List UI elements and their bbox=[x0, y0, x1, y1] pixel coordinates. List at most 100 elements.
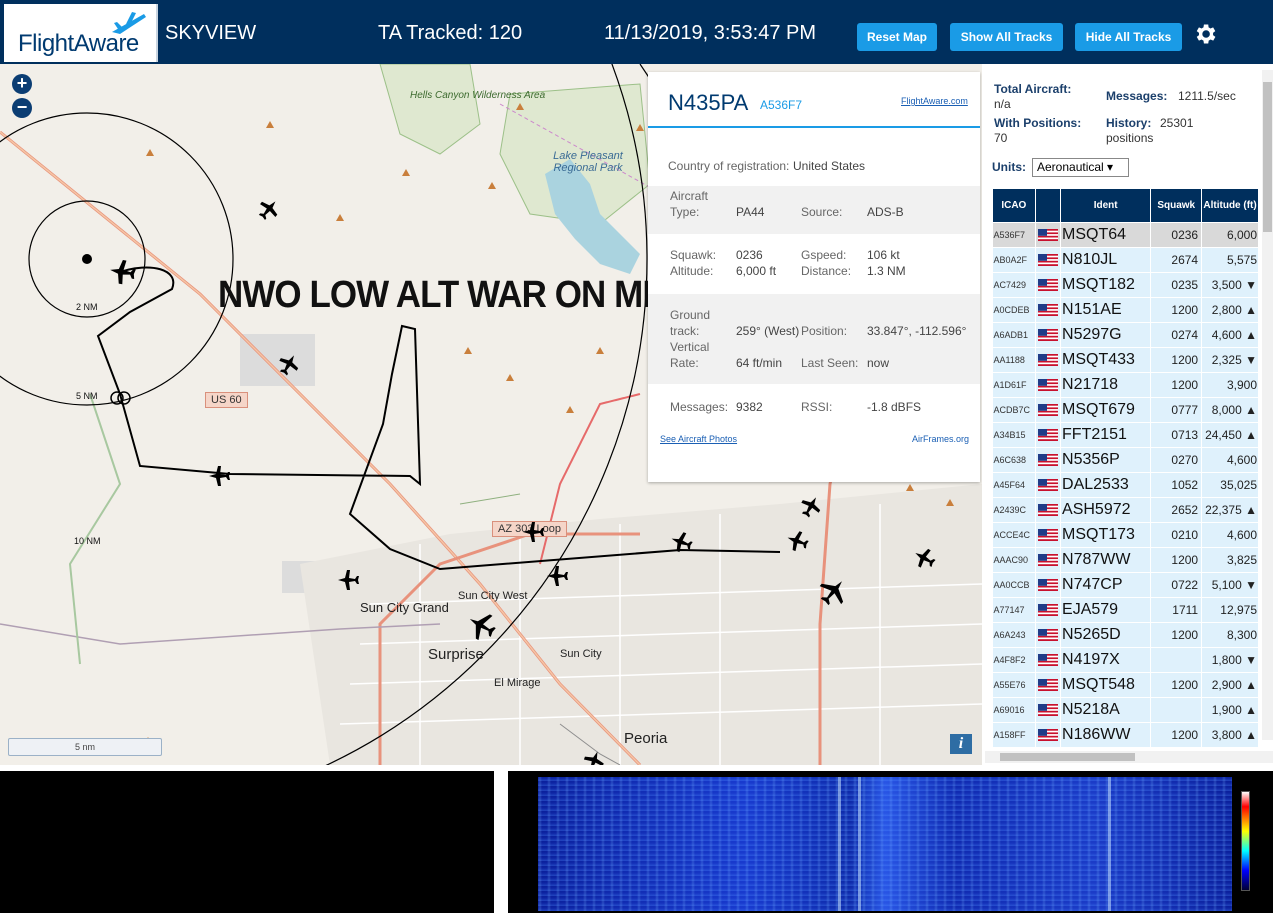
aircraft-side-panel: Total Aircraft: n/a Messages: 1211.5/sec… bbox=[982, 64, 1273, 765]
table-row[interactable]: A6C638 N5356P 0270 4,600 bbox=[992, 447, 1259, 473]
aircraft-icon[interactable] bbox=[580, 748, 607, 765]
flag-cell bbox=[1035, 372, 1062, 398]
flightaware-logo[interactable]: FlightAware bbox=[4, 4, 158, 62]
aircraft-icon[interactable] bbox=[910, 544, 939, 573]
col-flag[interactable] bbox=[1034, 188, 1062, 223]
aircraft-icon[interactable] bbox=[462, 606, 501, 645]
table-row[interactable]: A1D61F N21718 1200 3,900 bbox=[992, 372, 1259, 398]
table-row[interactable]: A4F8F2 N4197X 1,800 ▼ bbox=[992, 647, 1259, 673]
vertical-rate-label: Vertical bbox=[670, 340, 710, 354]
table-row[interactable]: ACCE4C MSQT173 0210 4,600 bbox=[992, 522, 1259, 548]
table-row[interactable]: A536F7 MSQT64 0236 6,000 bbox=[992, 222, 1259, 248]
table-row[interactable]: AA0CCB N747CP 0722 5,100 ▼ bbox=[992, 572, 1259, 598]
aircraft-icon[interactable] bbox=[796, 492, 825, 521]
table-row[interactable]: A2439C ASH5972 2652 22,375 ▲ bbox=[992, 497, 1259, 523]
table-row[interactable]: AC7429 MSQT182 0235 3,500 ▼ bbox=[992, 272, 1259, 298]
units-label: Units: bbox=[992, 160, 1026, 174]
col-altitude[interactable]: Altitude (ft) bbox=[1201, 188, 1259, 223]
table-row[interactable]: A45F64 DAL2533 1052 35,025 bbox=[992, 472, 1259, 498]
ident-cell: N5356P bbox=[1060, 447, 1152, 473]
ground-track-value: 259° (West) bbox=[736, 324, 800, 338]
aircraft-icon[interactable] bbox=[668, 529, 695, 556]
altitude-label: Altitude: bbox=[670, 264, 714, 278]
vertical-scroll-thumb[interactable] bbox=[1263, 82, 1272, 232]
squawk-cell: 1200 bbox=[1150, 347, 1203, 373]
aircraft-table: ICAO Ident Squawk Altitude (ft) A536F7 MS… bbox=[992, 188, 1259, 748]
aircraft-icon[interactable] bbox=[338, 570, 359, 590]
last-seen-label: Last Seen: bbox=[801, 356, 859, 370]
icao-cell: A6C638 bbox=[992, 447, 1036, 473]
gspeed-label: Gspeed: bbox=[801, 248, 847, 262]
table-row[interactable]: A6A243 N5265D 1200 8,300 bbox=[992, 622, 1259, 648]
aircraft-icon[interactable] bbox=[813, 572, 853, 611]
icao-cell: A6ADB1 bbox=[992, 322, 1036, 348]
rssi-label: RSSI: bbox=[801, 400, 833, 414]
hide-all-tracks-button[interactable]: Hide All Tracks bbox=[1075, 23, 1182, 51]
ident-cell: MSQT679 bbox=[1060, 397, 1152, 423]
ident-cell: MSQT64 bbox=[1060, 222, 1152, 248]
aircraft-icon[interactable] bbox=[209, 466, 230, 486]
aircraft-icon[interactable] bbox=[108, 258, 138, 287]
show-all-tracks-button[interactable]: Show All Tracks bbox=[950, 23, 1063, 51]
distance-value: 1.3 NM bbox=[867, 264, 906, 278]
units-select[interactable]: Aeronautical ▾ bbox=[1032, 158, 1129, 177]
messages-rate-value: 1211.5/sec bbox=[1178, 89, 1236, 103]
horizontal-scroll-thumb[interactable] bbox=[1000, 753, 1135, 761]
us-flag-icon bbox=[1037, 553, 1058, 566]
gear-icon[interactable] bbox=[1192, 21, 1218, 47]
squawk-cell: 0274 bbox=[1150, 322, 1203, 348]
altitude-value: 6,000 ft bbox=[736, 264, 777, 278]
spectrogram-line bbox=[838, 777, 841, 911]
table-row[interactable]: AA1188 MSQT433 1200 2,325 ▼ bbox=[992, 347, 1259, 373]
zoom-in-button[interactable]: + bbox=[12, 74, 32, 94]
table-row[interactable]: A0CDEB N151AE 1200 2,800 ▲ bbox=[992, 297, 1259, 323]
aircraft-icon[interactable] bbox=[274, 350, 303, 379]
aircraft-icon[interactable] bbox=[547, 566, 568, 586]
with-positions-label: With Positions: bbox=[994, 116, 1082, 130]
table-row[interactable]: A55E76 MSQT548 1200 2,900 ▲ bbox=[992, 672, 1259, 698]
icao-cell: A55E76 bbox=[992, 672, 1036, 698]
flag-cell bbox=[1035, 622, 1062, 648]
ident-cell: MSQT548 bbox=[1060, 672, 1152, 698]
top-bar: FlightAware SKYVIEW TA Tracked: 120 11/1… bbox=[0, 0, 1273, 64]
aircraft-icon[interactable] bbox=[784, 528, 811, 555]
col-squawk[interactable]: Squawk bbox=[1150, 188, 1203, 223]
table-row[interactable]: A6ADB1 N5297G 0274 4,600 ▲ bbox=[992, 322, 1259, 348]
aircraft-type-label-2: Type: bbox=[670, 205, 700, 219]
squawk-label: Squawk: bbox=[670, 248, 717, 262]
table-row[interactable]: AB0A2F N810JL 2674 5,575 bbox=[992, 247, 1259, 273]
flag-cell bbox=[1035, 697, 1062, 723]
altitude-cell: 5,100 ▼ bbox=[1201, 572, 1259, 598]
table-row[interactable]: A77147 EJA579 1711 12,975 bbox=[992, 597, 1259, 623]
col-ident[interactable]: Ident bbox=[1060, 188, 1152, 223]
aircraft-icon[interactable] bbox=[523, 522, 544, 542]
squawk-cell: 0777 bbox=[1150, 397, 1203, 423]
table-row[interactable]: A34B15 FFT2151 0713 24,450 ▲ bbox=[992, 422, 1259, 448]
us-flag-icon bbox=[1037, 503, 1058, 516]
flightaware-link[interactable]: FlightAware.com bbox=[901, 96, 968, 106]
popup-icao: A536F7 bbox=[760, 98, 803, 112]
table-row[interactable]: AAAC90 N787WW 1200 3,825 bbox=[992, 547, 1259, 573]
zoom-out-button[interactable]: − bbox=[12, 98, 32, 118]
squawk-cell: 0235 bbox=[1150, 272, 1203, 298]
info-button[interactable]: i bbox=[950, 734, 972, 754]
table-row[interactable]: A158FF N186WW 1200 3,800 ▲ bbox=[992, 722, 1259, 748]
squawk-cell: 1200 bbox=[1150, 722, 1203, 748]
squawk-cell: 1711 bbox=[1150, 597, 1203, 623]
altitude-cell: 4,600 bbox=[1201, 522, 1259, 548]
flag-cell bbox=[1035, 297, 1062, 323]
table-row[interactable]: ACDB7C MSQT679 0777 8,000 ▲ bbox=[992, 397, 1259, 423]
aircraft-icon[interactable] bbox=[254, 194, 284, 224]
aircraft-photos-link[interactable]: See Aircraft Photos bbox=[660, 434, 737, 444]
reset-map-button[interactable]: Reset Map bbox=[857, 23, 937, 51]
flag-cell bbox=[1035, 397, 1062, 423]
icao-cell: A77147 bbox=[992, 597, 1036, 623]
icao-cell: A34B15 bbox=[992, 422, 1036, 448]
col-icao[interactable]: ICAO bbox=[992, 188, 1036, 223]
flag-cell bbox=[1035, 272, 1062, 298]
airframes-link[interactable]: AirFrames.org bbox=[912, 434, 969, 444]
table-row[interactable]: A69016 N5218A 1,900 ▲ bbox=[992, 697, 1259, 723]
empty-panel bbox=[0, 771, 494, 913]
squawk-value: 0236 bbox=[736, 248, 763, 262]
us-flag-icon bbox=[1037, 428, 1058, 441]
